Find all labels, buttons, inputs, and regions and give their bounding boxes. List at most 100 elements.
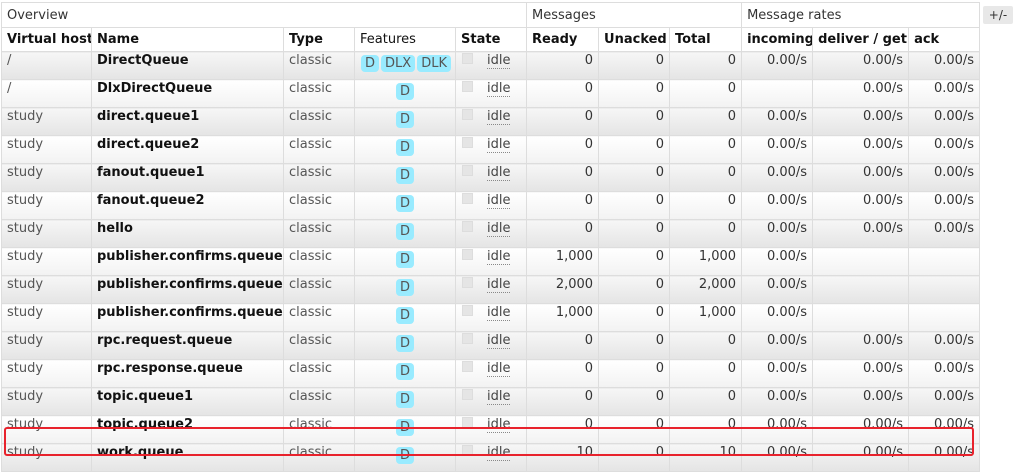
state-label: idle bbox=[487, 109, 511, 125]
state-indicator-icon bbox=[462, 109, 473, 120]
rate-ack: 0.00/s bbox=[908, 415, 981, 444]
state-indicator-icon bbox=[462, 361, 473, 372]
queue-vhost: study bbox=[1, 135, 92, 164]
messages-ready: 0 bbox=[526, 51, 600, 80]
queue-name-link[interactable]: DirectQueue bbox=[91, 51, 284, 80]
queue-vhost: / bbox=[1, 51, 92, 80]
col-type[interactable]: Type bbox=[283, 27, 355, 52]
rate-ack bbox=[908, 303, 981, 332]
queue-name-link[interactable]: DlxDirectQueue bbox=[91, 79, 284, 108]
messages-total: 0 bbox=[669, 387, 743, 416]
queue-features: D bbox=[354, 303, 456, 332]
col-deliver-get[interactable]: deliver / get bbox=[812, 27, 910, 52]
queue-row: study rpc.request.queue classic Didle 0 0 0 0.0… bbox=[1, 331, 981, 360]
rate-ack: 0.00/s bbox=[908, 359, 981, 388]
messages-total: 0 bbox=[669, 415, 743, 444]
messages-ready: 2,000 bbox=[526, 275, 600, 304]
rate-incoming: 0.00/s bbox=[741, 331, 814, 360]
queue-type: classic bbox=[283, 247, 355, 276]
queue-name-link[interactable]: fanout.queue2 bbox=[91, 191, 284, 220]
messages-unacked: 0 bbox=[598, 51, 671, 80]
queue-rows: / DirectQueue classic D DLX DLK idle 0 0 0 0.00/s 0… bbox=[1, 51, 981, 472]
queue-features: D bbox=[354, 135, 456, 164]
rate-deliver-get: 0.00/s bbox=[812, 135, 910, 164]
feature-badge-d: D bbox=[395, 167, 414, 184]
queue-type: classic bbox=[283, 107, 355, 136]
queue-name-link[interactable]: direct.queue2 bbox=[91, 135, 284, 164]
feature-badge-d: D bbox=[395, 139, 414, 156]
queue-name-link[interactable]: publisher.confirms.queue2 bbox=[91, 275, 284, 304]
toggle-columns-button[interactable]: +/- bbox=[983, 6, 1013, 24]
messages-unacked: 0 bbox=[598, 79, 671, 108]
rate-incoming: 0.00/s bbox=[741, 359, 814, 388]
queue-name-link[interactable]: rpc.request.queue bbox=[91, 331, 284, 360]
messages-unacked: 0 bbox=[598, 247, 671, 276]
queue-row: study direct.queue2 classic Didle 0 0 0 0.00/s 0… bbox=[1, 135, 981, 164]
queue-features: D bbox=[354, 415, 456, 444]
queue-type: classic bbox=[283, 163, 355, 192]
queue-name-link[interactable]: topic.queue1 bbox=[91, 387, 284, 416]
state-indicator-icon bbox=[462, 389, 473, 400]
queue-type: classic bbox=[283, 135, 355, 164]
queue-vhost: study bbox=[1, 107, 92, 136]
feature-badge-d: D bbox=[395, 279, 414, 296]
feature-badge-d: D bbox=[395, 195, 414, 212]
queue-type: classic bbox=[283, 191, 355, 220]
messages-ready: 0 bbox=[526, 163, 600, 192]
messages-ready: 1,000 bbox=[526, 247, 600, 276]
queue-row: study work.queue classic Didle 10 0 10 0.00/s 0.… bbox=[1, 443, 981, 472]
rate-deliver-get: 0.00/s bbox=[812, 107, 910, 136]
queue-vhost: study bbox=[1, 275, 92, 304]
queue-state: idle bbox=[454, 107, 528, 136]
feature-badge-d: D bbox=[395, 83, 414, 100]
queue-name-link[interactable]: fanout.queue1 bbox=[91, 163, 284, 192]
queue-state: idle bbox=[454, 443, 528, 472]
feature-badge-d: D bbox=[395, 111, 414, 128]
rate-deliver-get: 0.00/s bbox=[812, 359, 910, 388]
rate-incoming: 0.00/s bbox=[741, 247, 814, 276]
rate-ack: 0.00/s bbox=[908, 107, 981, 136]
messages-unacked: 0 bbox=[598, 135, 671, 164]
state-indicator-icon bbox=[462, 417, 473, 428]
queue-vhost: study bbox=[1, 247, 92, 276]
state-indicator-icon bbox=[462, 53, 473, 64]
rate-incoming: 0.00/s bbox=[741, 443, 814, 472]
feature-badge-d: D bbox=[395, 223, 414, 240]
queue-name-link[interactable]: hello bbox=[91, 219, 284, 248]
col-ready[interactable]: Ready bbox=[526, 27, 600, 52]
queue-name-link[interactable]: rpc.response.queue bbox=[91, 359, 284, 388]
messages-total: 10 bbox=[669, 443, 743, 472]
col-ack[interactable]: ack bbox=[908, 27, 981, 52]
queue-name-link[interactable]: topic.queue2 bbox=[91, 415, 284, 444]
col-total[interactable]: Total bbox=[669, 27, 743, 52]
messages-ready: 0 bbox=[526, 191, 600, 220]
queue-name-link[interactable]: direct.queue1 bbox=[91, 107, 284, 136]
state-label: idle bbox=[487, 81, 511, 97]
col-state[interactable]: State bbox=[454, 27, 528, 52]
queue-name-link[interactable]: publisher.confirms.queue3 bbox=[91, 303, 284, 332]
col-unacked[interactable]: Unacked bbox=[598, 27, 671, 52]
queue-state: idle bbox=[454, 387, 528, 416]
group-message-rates: Message rates bbox=[741, 2, 981, 28]
queue-state: idle bbox=[454, 219, 528, 248]
queues-table: Overview Messages Message rates Virtual … bbox=[0, 2, 981, 472]
state-label: idle bbox=[487, 53, 511, 69]
messages-total: 0 bbox=[669, 51, 743, 80]
queue-vhost: study bbox=[1, 191, 92, 220]
state-indicator-icon bbox=[462, 81, 473, 92]
queue-row: study topic.queue1 classic Didle 0 0 0 0.00/s 0.… bbox=[1, 387, 981, 416]
messages-ready: 0 bbox=[526, 331, 600, 360]
col-name[interactable]: Name bbox=[91, 27, 284, 52]
messages-ready: 0 bbox=[526, 387, 600, 416]
rate-incoming: 0.00/s bbox=[741, 387, 814, 416]
queue-name-link[interactable]: publisher.confirms.queue1 bbox=[91, 247, 284, 276]
col-virtual-host[interactable]: Virtual host bbox=[1, 27, 92, 52]
rate-deliver-get: 0.00/s bbox=[812, 387, 910, 416]
queue-state: idle bbox=[454, 247, 528, 276]
rate-ack: 0.00/s bbox=[908, 163, 981, 192]
state-label: idle bbox=[487, 249, 511, 265]
queue-features: D bbox=[354, 331, 456, 360]
rate-ack bbox=[908, 275, 981, 304]
col-incoming[interactable]: incoming bbox=[741, 27, 814, 52]
queue-name-link[interactable]: work.queue bbox=[91, 443, 284, 472]
